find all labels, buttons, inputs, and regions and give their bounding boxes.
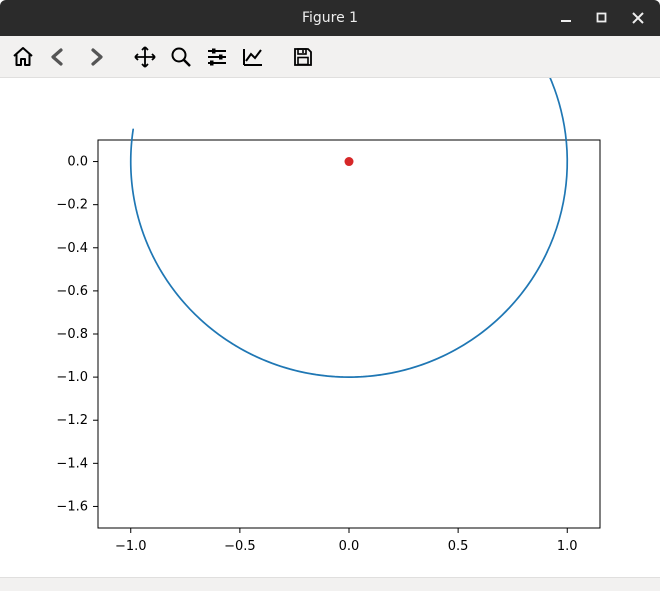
maximize-icon	[595, 11, 609, 25]
figure-window: Figure 1	[0, 0, 660, 605]
zoom-button[interactable]	[164, 40, 198, 74]
save-button[interactable]	[286, 40, 320, 74]
home-button[interactable]	[6, 40, 40, 74]
maximize-button[interactable]	[584, 0, 620, 36]
configure-subplots-button[interactable]	[200, 40, 234, 74]
y-tick-label: −1.0	[56, 370, 88, 385]
pivot-marker	[345, 157, 354, 166]
y-tick-label: −0.4	[56, 241, 88, 256]
plot-area[interactable]: −1.0 −0.5 0.0 0.5 1.0 0.0 −0.2 −0.4 −0.6 −0.8 −1.0…	[0, 78, 660, 591]
axes-frame	[98, 140, 600, 528]
x-tick-label: −1.0	[115, 539, 147, 554]
y-tick-label: −0.6	[56, 284, 88, 299]
chart-line-icon	[241, 45, 265, 69]
save-icon	[291, 45, 315, 69]
toolbar-separator	[114, 40, 126, 74]
x-tick-label: 0.5	[448, 539, 469, 554]
y-tick-label: 0.0	[67, 155, 88, 170]
x-tick-label: −0.5	[224, 539, 256, 554]
right-arrow-icon	[83, 45, 107, 69]
minimize-icon	[559, 11, 573, 25]
y-tick-label: −1.2	[56, 413, 88, 428]
zoom-icon	[169, 45, 193, 69]
close-button[interactable]	[620, 0, 656, 36]
plot-canvas: −1.0 −0.5 0.0 0.5 1.0 0.0 −0.2 −0.4 −0.6 −0.8 −1.0…	[0, 78, 660, 591]
status-bar	[0, 577, 660, 591]
x-tick-label: 1.0	[557, 539, 578, 554]
window-controls	[548, 0, 656, 36]
pan-button[interactable]	[128, 40, 162, 74]
close-icon	[631, 11, 645, 25]
x-tick-label: 0.0	[339, 539, 360, 554]
toolbar	[0, 36, 660, 78]
y-tick-label: −0.2	[56, 198, 88, 213]
y-tick-label: −1.6	[56, 499, 88, 514]
edit-axes-button[interactable]	[236, 40, 270, 74]
back-button[interactable]	[42, 40, 76, 74]
home-icon	[11, 45, 35, 69]
sliders-icon	[205, 45, 229, 69]
pan-icon	[133, 45, 157, 69]
window-title: Figure 1	[302, 10, 358, 26]
y-tick-label: −0.8	[56, 327, 88, 342]
minimize-button[interactable]	[548, 0, 584, 36]
left-arrow-icon	[47, 45, 71, 69]
forward-button[interactable]	[78, 40, 112, 74]
toolbar-separator	[272, 40, 284, 74]
titlebar[interactable]: Figure 1	[0, 0, 660, 36]
y-tick-label: −1.4	[56, 456, 88, 471]
